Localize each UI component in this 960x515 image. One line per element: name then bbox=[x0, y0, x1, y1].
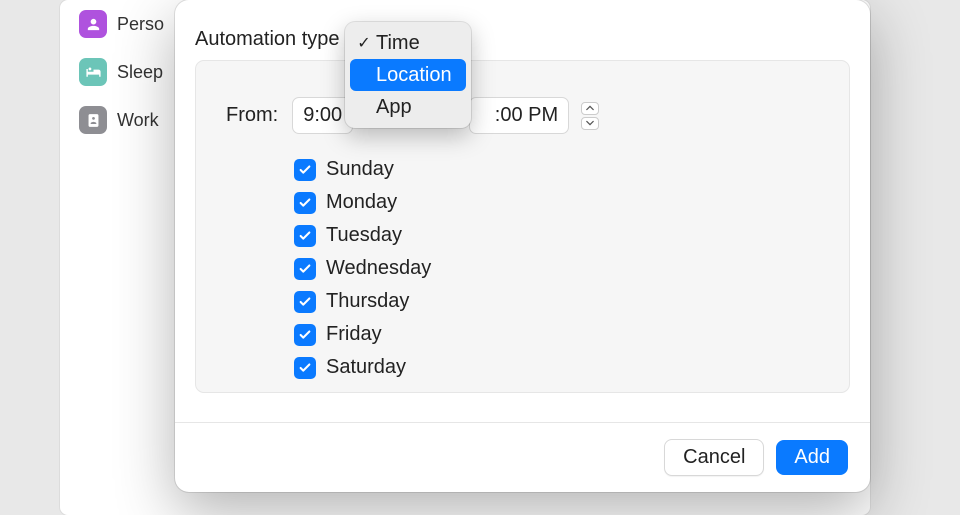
cancel-button[interactable]: Cancel bbox=[664, 439, 764, 476]
stepper-up-button[interactable] bbox=[581, 102, 599, 115]
day-row-sunday: Sunday bbox=[294, 158, 829, 181]
checkbox-monday[interactable] bbox=[294, 192, 316, 214]
dropdown-item-label: Time bbox=[376, 32, 420, 55]
sidebar-item-label: Sleep bbox=[117, 62, 163, 83]
dropdown-item-location[interactable]: Location bbox=[350, 59, 466, 91]
day-label: Sunday bbox=[326, 158, 394, 181]
day-label: Friday bbox=[326, 323, 382, 346]
day-row-saturday: Saturday bbox=[294, 356, 829, 379]
dropdown-item-time[interactable]: ✓ Time bbox=[350, 27, 466, 59]
checkbox-wednesday[interactable] bbox=[294, 258, 316, 280]
automation-type-dropdown: ✓ Time Location App bbox=[345, 22, 471, 128]
sidebar-item-label: Work bbox=[117, 110, 159, 131]
day-label: Saturday bbox=[326, 356, 406, 379]
from-label: From: bbox=[226, 104, 278, 127]
day-row-friday: Friday bbox=[294, 323, 829, 346]
checkbox-saturday[interactable] bbox=[294, 357, 316, 379]
day-row-wednesday: Wednesday bbox=[294, 257, 829, 280]
add-button[interactable]: Add bbox=[776, 440, 848, 475]
person-icon bbox=[79, 10, 107, 38]
dropdown-item-label: App bbox=[376, 96, 412, 119]
day-row-tuesday: Tuesday bbox=[294, 224, 829, 247]
modal-footer: Cancel Add bbox=[175, 422, 870, 492]
day-row-thursday: Thursday bbox=[294, 290, 829, 313]
dropdown-item-app[interactable]: App bbox=[350, 91, 466, 123]
day-row-monday: Monday bbox=[294, 191, 829, 214]
dropdown-item-label: Location bbox=[376, 64, 452, 87]
checkbox-sunday[interactable] bbox=[294, 159, 316, 181]
automation-modal: Automation type From: 9:00 :00 PM Sunday… bbox=[175, 0, 870, 492]
badge-icon bbox=[79, 106, 107, 134]
checkbox-friday[interactable] bbox=[294, 324, 316, 346]
sidebar-item-label: Perso bbox=[117, 14, 164, 35]
time-stepper bbox=[581, 102, 599, 130]
schedule-panel: From: 9:00 :00 PM Sunday Monday Tuesday bbox=[195, 60, 850, 393]
time-range-row: From: 9:00 :00 PM bbox=[226, 97, 829, 134]
time-to-field[interactable]: :00 PM bbox=[469, 97, 569, 134]
days-list: Sunday Monday Tuesday Wednesday Thursday… bbox=[294, 158, 829, 379]
checkbox-tuesday[interactable] bbox=[294, 225, 316, 247]
automation-type-label: Automation type bbox=[195, 28, 340, 51]
bed-icon bbox=[79, 58, 107, 86]
check-icon: ✓ bbox=[356, 33, 372, 53]
day-label: Wednesday bbox=[326, 257, 431, 280]
checkbox-thursday[interactable] bbox=[294, 291, 316, 313]
day-label: Thursday bbox=[326, 290, 409, 313]
day-label: Tuesday bbox=[326, 224, 402, 247]
stepper-down-button[interactable] bbox=[581, 117, 599, 130]
day-label: Monday bbox=[326, 191, 397, 214]
